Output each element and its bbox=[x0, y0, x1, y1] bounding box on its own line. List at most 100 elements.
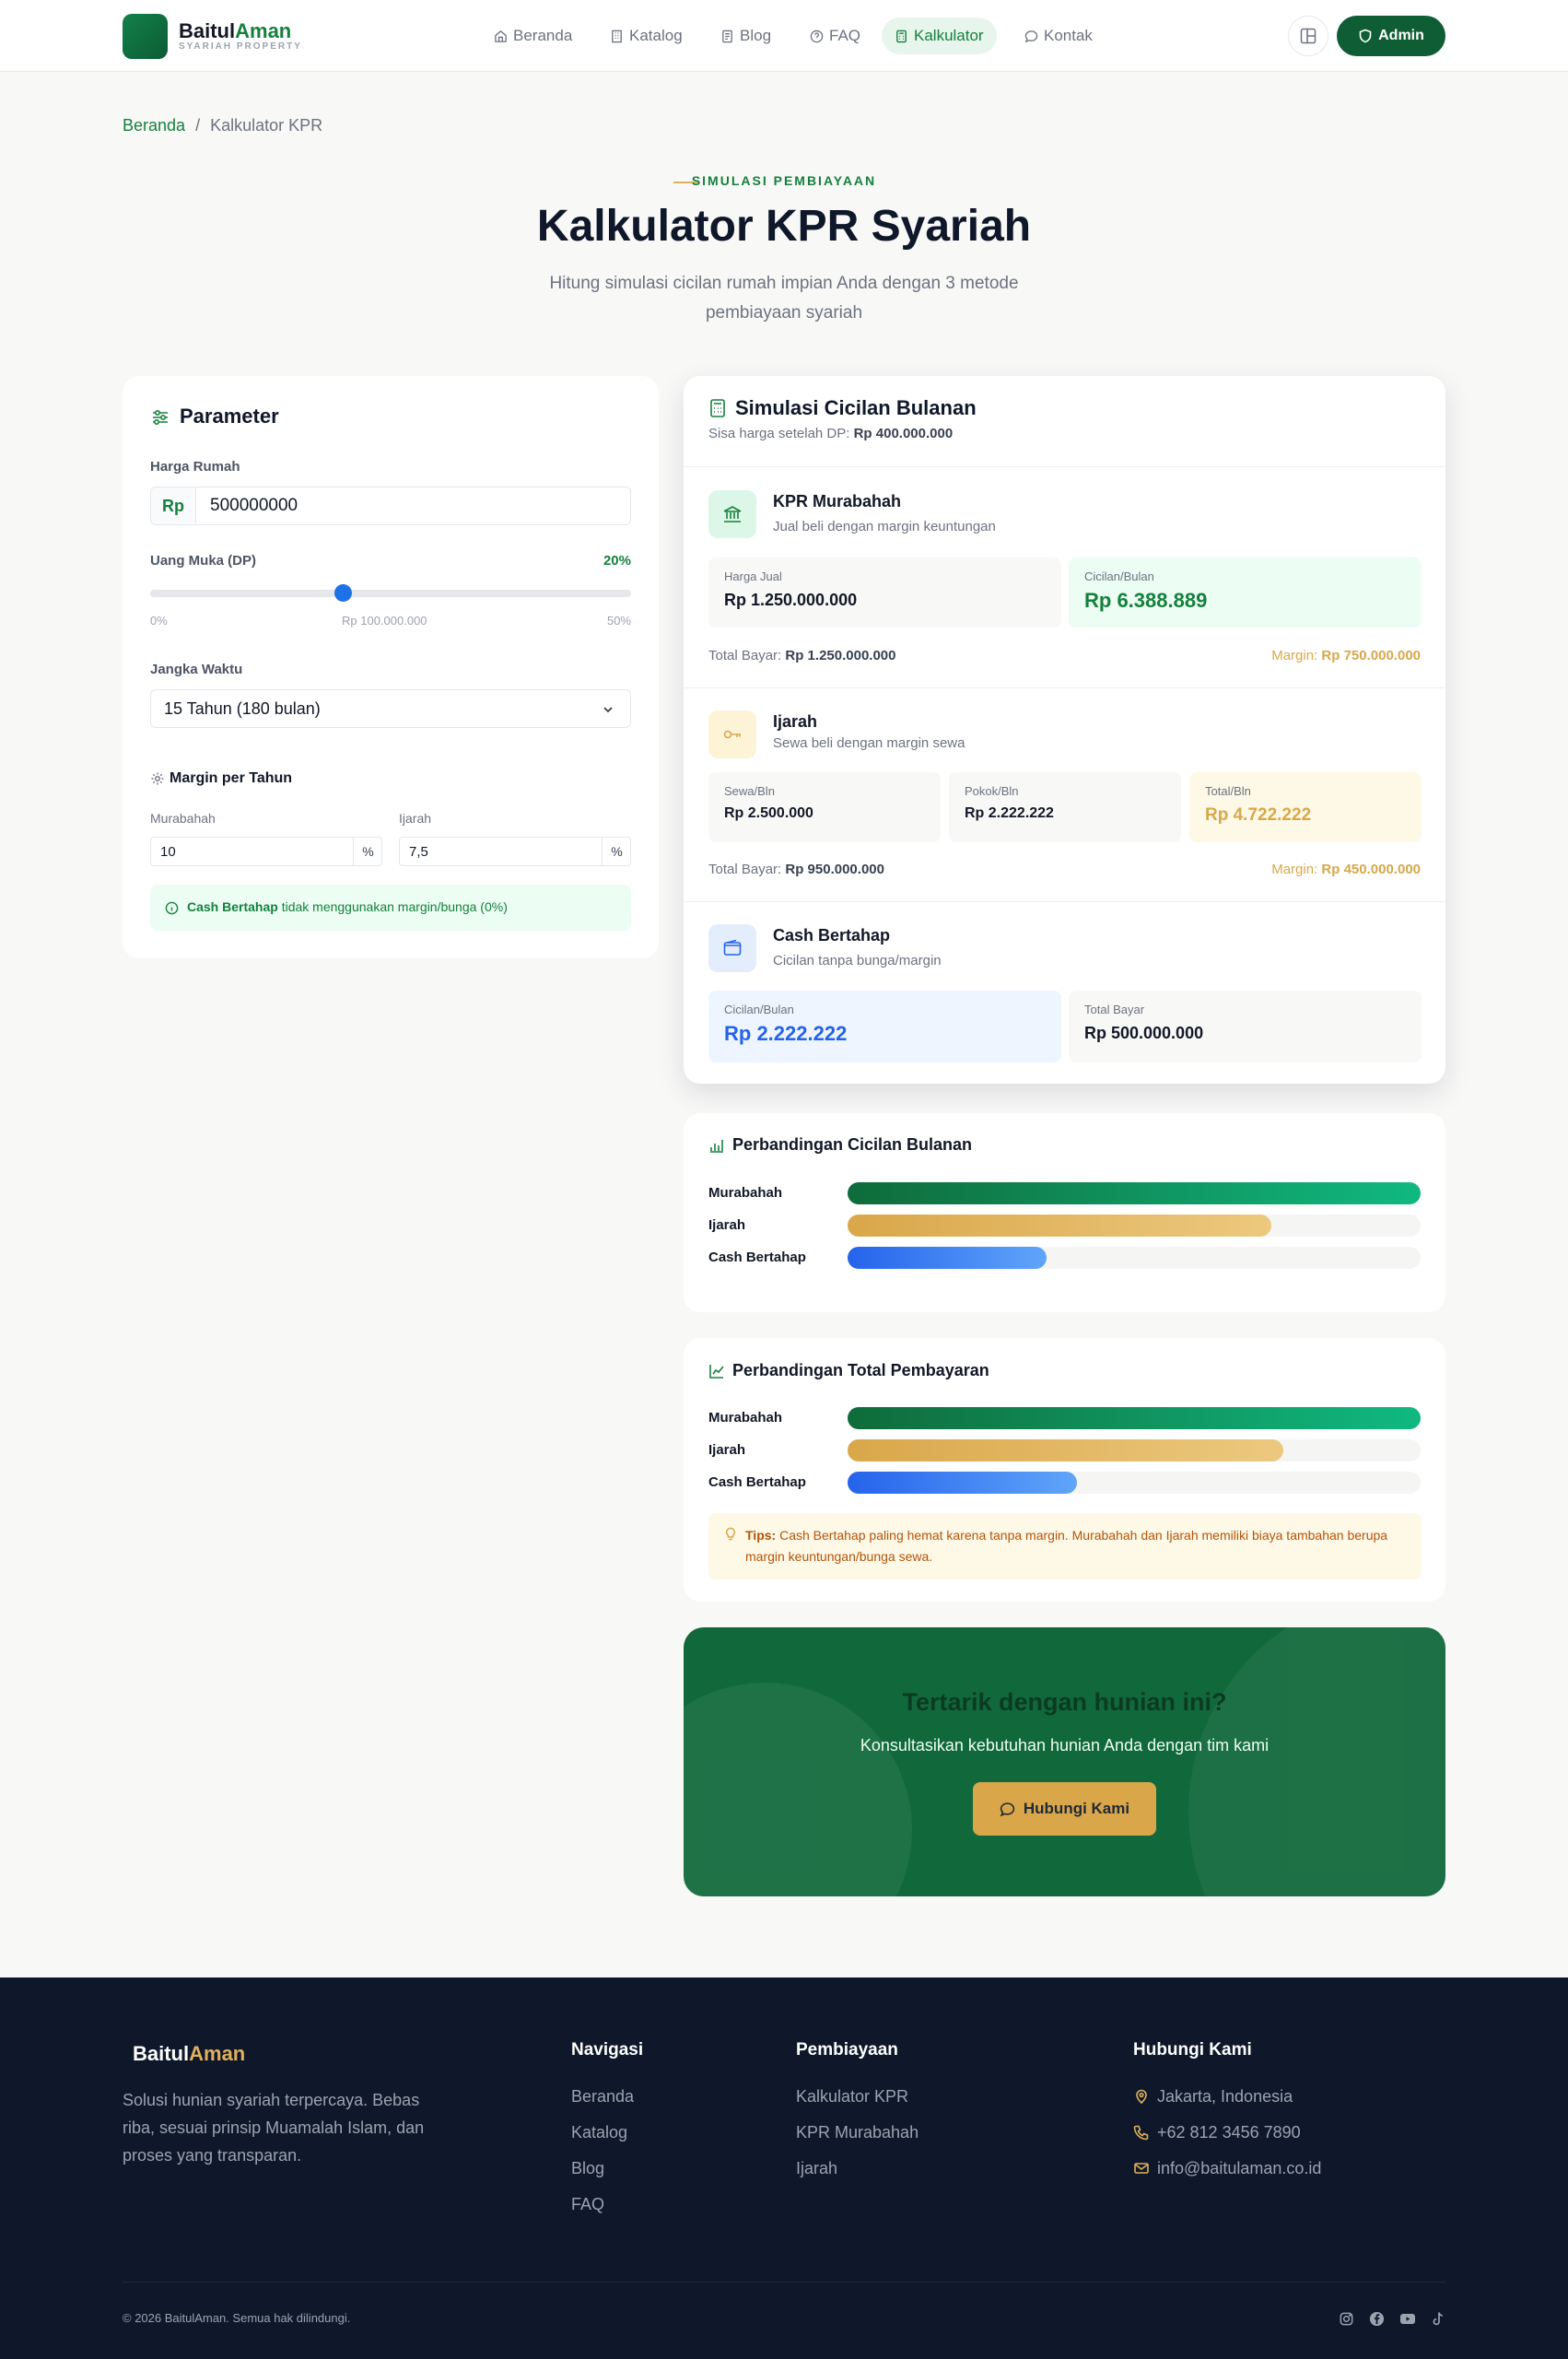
dp-slider-thumb[interactable] bbox=[333, 584, 352, 602]
bar-label: Cash Bertahap bbox=[708, 1474, 806, 1490]
nav-blog[interactable]: Blog bbox=[708, 18, 784, 54]
cta-title: Tertarik dengan hunian ini? bbox=[902, 1688, 1227, 1716]
footer-nav-title: Navigasi bbox=[571, 2040, 644, 2060]
simulation-card: Simulasi Cicilan Bulanan Sisa harga sete… bbox=[684, 376, 1445, 1084]
top-nav-bar: BaitulAman SYARIAH PROPERTY Beranda Kata… bbox=[0, 0, 1568, 72]
murabahah-margin-value: 10 bbox=[160, 844, 176, 860]
facebook-icon[interactable] bbox=[1369, 2311, 1385, 2327]
bar-fill bbox=[848, 1215, 1271, 1237]
bank-icon bbox=[723, 506, 742, 522]
youtube-icon[interactable] bbox=[1399, 2311, 1416, 2327]
breadcrumb-current: Kalkulator KPR bbox=[210, 116, 323, 135]
bar-label: Murabahah bbox=[708, 1185, 783, 1201]
cash-note: Cash Bertahap tidak menggunakan margin/b… bbox=[150, 885, 631, 931]
instagram-icon[interactable] bbox=[1339, 2311, 1354, 2327]
ijarah-margin-input[interactable]: 7,5 % bbox=[399, 837, 631, 866]
lightbulb-icon bbox=[725, 1527, 736, 1541]
page-subtitle: Hitung simulasi cicilan rumah impian And… bbox=[549, 274, 1019, 323]
nav-kontak[interactable]: Kontak bbox=[1012, 18, 1106, 54]
key-icon bbox=[723, 730, 741, 739]
box-label: Cicilan/Bulan bbox=[724, 1003, 794, 1016]
info-icon bbox=[165, 901, 179, 915]
bar-track bbox=[848, 1439, 1421, 1461]
nav-katalog[interactable]: Katalog bbox=[597, 18, 696, 54]
cash-desc: Cicilan tanpa bunga/margin bbox=[773, 953, 942, 968]
bar-track bbox=[848, 1247, 1421, 1269]
tiktok-icon[interactable] bbox=[1431, 2311, 1445, 2327]
building-icon bbox=[612, 29, 622, 42]
tenor-select[interactable]: 15 Tahun (180 bulan) bbox=[150, 689, 631, 728]
box-value: Rp 2.222.222 bbox=[724, 1022, 848, 1045]
wallet-icon bbox=[723, 939, 742, 956]
ijarah-total-box: Total/Bln Rp 4.722.222 bbox=[1189, 772, 1422, 842]
ijarah-name: Ijarah bbox=[773, 712, 818, 731]
dp-slider[interactable] bbox=[150, 584, 631, 602]
admin-button[interactable]: Admin bbox=[1337, 16, 1445, 56]
bar-label: Cash Bertahap bbox=[708, 1250, 806, 1265]
ijarah-margin: Margin: Rp 450.000.000 bbox=[1271, 862, 1421, 877]
ijarah-unit: % bbox=[602, 838, 631, 865]
footer-link-kalkulator[interactable]: Kalkulator KPR bbox=[796, 2087, 908, 2107]
copyright: © 2026 BaitulAman. Semua hak dilindungi. bbox=[123, 2311, 351, 2325]
cash-note-bold: Cash Bertahap bbox=[187, 899, 278, 914]
phone-icon bbox=[1133, 2125, 1149, 2141]
currency-prefix: Rp bbox=[151, 487, 196, 524]
footer-link-katalog[interactable]: Katalog bbox=[571, 2123, 627, 2142]
cta-subtitle: Konsultasikan kebutuhan hunian Anda deng… bbox=[860, 1736, 1270, 1755]
home-icon bbox=[495, 29, 507, 42]
box-label: Sewa/Bln bbox=[724, 784, 775, 798]
contact-us-button[interactable]: Hubungi Kami bbox=[973, 1782, 1156, 1836]
price-input[interactable]: Rp 500000000 bbox=[150, 487, 631, 525]
logo-icon[interactable] bbox=[123, 14, 168, 59]
cash-name: Cash Bertahap bbox=[773, 926, 891, 945]
dp-max: 50% bbox=[606, 614, 631, 628]
box-value: Rp 1.250.000.000 bbox=[724, 591, 858, 609]
nav-kalkulator[interactable]: Kalkulator bbox=[882, 18, 997, 54]
bar-label: Ijarah bbox=[708, 1217, 746, 1233]
footer-email[interactable]: info@baitulaman.co.id bbox=[1157, 2159, 1321, 2178]
ijarah-principal-box: Pokok/Bln Rp 2.222.222 bbox=[949, 772, 1181, 842]
footer-link-murabahah[interactable]: KPR Murabahah bbox=[796, 2123, 919, 2142]
ijarah-desc: Sewa beli dengan margin sewa bbox=[773, 735, 965, 751]
murabahah-total: Total Bayar: Rp 1.250.000.000 bbox=[708, 648, 896, 663]
nav-beranda[interactable]: Beranda bbox=[481, 18, 585, 54]
footer-brand[interactable]: BaitulAman bbox=[133, 2042, 245, 2066]
footer-link-blog[interactable]: Blog bbox=[571, 2159, 604, 2178]
total-comparison-title: Perbandingan Total Pembayaran bbox=[732, 1361, 989, 1379]
divider bbox=[684, 466, 1445, 467]
total-comparison-card: Perbandingan Total Pembayaran Murabahah I… bbox=[684, 1338, 1445, 1602]
footer-phone[interactable]: +62 812 3456 7890 bbox=[1157, 2123, 1301, 2142]
dp-label: Uang Muka (DP) bbox=[150, 553, 257, 569]
sliders-icon bbox=[153, 409, 168, 426]
hero-eyebrow: SIMULASI PEMBIAYAAN bbox=[691, 173, 877, 188]
bar-track bbox=[848, 1215, 1421, 1237]
murabahah-margin-input[interactable]: 10 % bbox=[150, 837, 382, 866]
murabahah-margin: Margin: Rp 750.000.000 bbox=[1271, 648, 1421, 663]
footer-link-ijarah[interactable]: Ijarah bbox=[796, 2159, 837, 2178]
simulation-title: Simulasi Cicilan Bulanan bbox=[735, 396, 977, 419]
brand-name[interactable]: BaitulAman bbox=[179, 19, 291, 43]
footer-divider bbox=[123, 2282, 1445, 2283]
footer-link-faq[interactable]: FAQ bbox=[571, 2195, 604, 2214]
murabahah-margin-label: Murabahah bbox=[150, 811, 216, 826]
footer-description: Solusi hunian syariah terpercaya. Bebas … bbox=[123, 2091, 425, 2165]
tips-text: Cash Bertahap paling hemat karena tanpa … bbox=[745, 1528, 1388, 1564]
decor-circle bbox=[1188, 1627, 1445, 1896]
murabahah-desc: Jual beli dengan margin keuntungan bbox=[773, 519, 996, 534]
footer-link-beranda[interactable]: Beranda bbox=[571, 2087, 634, 2107]
box-value: Rp 4.722.222 bbox=[1205, 805, 1312, 825]
layout-toggle-button[interactable] bbox=[1288, 16, 1328, 56]
breadcrumb-home-link[interactable]: Beranda bbox=[123, 116, 185, 135]
box-label: Cicilan/Bulan bbox=[1084, 569, 1154, 583]
box-label: Total Bayar bbox=[1084, 1003, 1145, 1016]
box-value: Rp 2.500.000 bbox=[724, 805, 813, 821]
divider bbox=[684, 901, 1445, 902]
ijarah-margin-value: 7,5 bbox=[409, 844, 428, 860]
bar-track bbox=[848, 1182, 1421, 1204]
bar-fill bbox=[848, 1247, 1047, 1269]
bar-chart-icon bbox=[710, 1140, 723, 1153]
shield-icon bbox=[1359, 29, 1372, 43]
gear-icon bbox=[151, 772, 164, 785]
calculator-icon bbox=[896, 29, 907, 42]
nav-faq[interactable]: FAQ bbox=[797, 18, 873, 54]
